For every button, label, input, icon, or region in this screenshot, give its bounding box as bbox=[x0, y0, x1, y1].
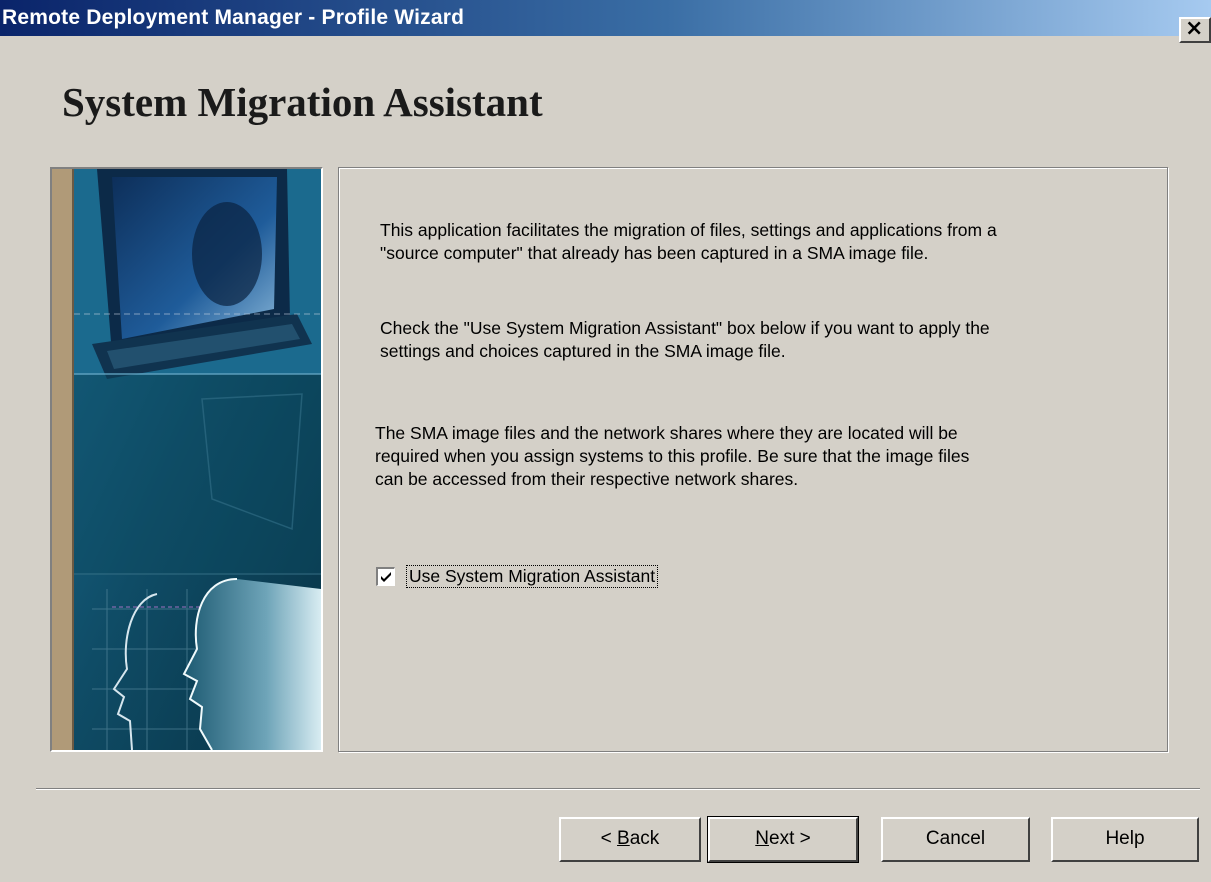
back-button-label: ack bbox=[629, 828, 660, 849]
paragraph-line: The SMA image files and the network shar… bbox=[375, 423, 958, 443]
window-title: Remote Deployment Manager - Profile Wiza… bbox=[2, 6, 465, 29]
use-sma-checkbox-label[interactable]: Use System Migration Assistant bbox=[406, 565, 659, 588]
description-paragraph-1: This application facilitates the migrati… bbox=[380, 219, 997, 265]
use-sma-checkbox[interactable] bbox=[376, 567, 395, 586]
paragraph-line: can be accessed from their respective ne… bbox=[375, 469, 799, 489]
description-paragraph-2: Check the "Use System Migration Assistan… bbox=[380, 317, 990, 363]
paragraph-line: required when you assign systems to this… bbox=[375, 446, 970, 466]
wizard-illustration bbox=[50, 167, 323, 752]
next-button[interactable]: Next > bbox=[707, 816, 859, 863]
paragraph-line: Check the "Use System Migration Assistan… bbox=[380, 318, 990, 338]
description-paragraph-3: The SMA image files and the network shar… bbox=[375, 422, 969, 491]
back-button[interactable]: < Back bbox=[559, 817, 701, 862]
title-bar: Remote Deployment Manager - Profile Wiza… bbox=[0, 0, 1211, 36]
back-button-accel: B bbox=[617, 828, 630, 849]
monitor-and-faces-illustration bbox=[52, 169, 321, 750]
close-button[interactable]: × bbox=[1179, 16, 1211, 43]
paragraph-line: "source computer" that already has been … bbox=[380, 243, 929, 263]
cancel-button[interactable]: Cancel bbox=[881, 817, 1030, 862]
paragraph-line: This application facilitates the migrati… bbox=[380, 220, 997, 240]
page-title: System Migration Assistant bbox=[62, 79, 543, 125]
back-button-prefix: < bbox=[600, 828, 618, 849]
next-button-accel: N bbox=[755, 828, 769, 849]
button-separator bbox=[36, 788, 1200, 790]
checkmark-icon bbox=[381, 572, 391, 582]
help-button[interactable]: Help bbox=[1051, 817, 1199, 862]
close-icon: × bbox=[1185, 16, 1204, 41]
next-button-label: ext > bbox=[769, 828, 811, 849]
paragraph-line: settings and choices captured in the SMA… bbox=[380, 341, 786, 361]
